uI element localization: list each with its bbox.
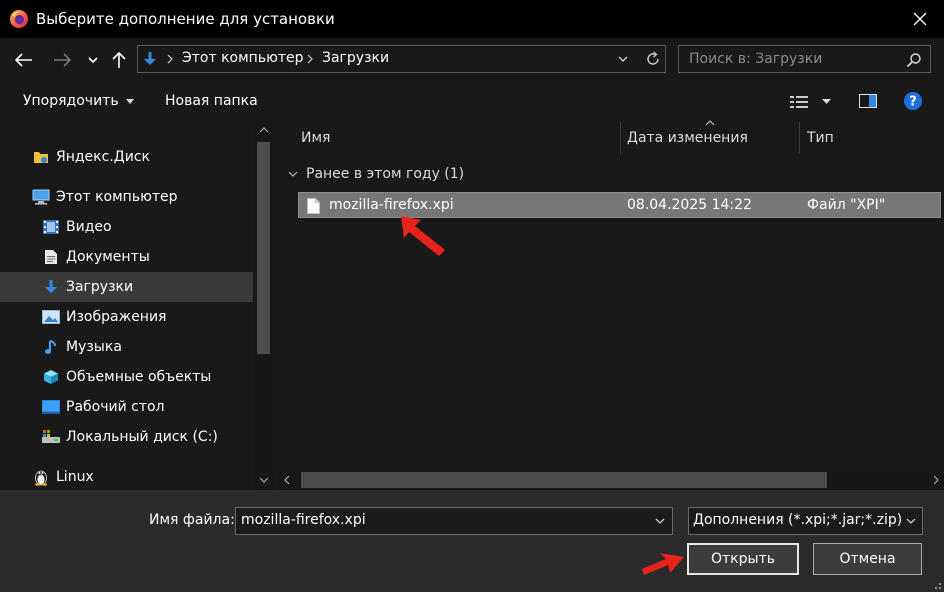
downloads-icon bbox=[42, 278, 60, 296]
scroll-up-icon[interactable] bbox=[258, 126, 269, 134]
sidebar-item-label: Видео bbox=[66, 219, 112, 235]
scroll-left-icon[interactable] bbox=[283, 475, 291, 485]
sidebar-item-yandex-disk[interactable]: Яндекс.Диск bbox=[0, 142, 253, 172]
computer-icon bbox=[32, 188, 50, 206]
file-type: Файл "XPI" bbox=[807, 197, 886, 213]
column-header-type[interactable]: Тип bbox=[807, 122, 834, 154]
column-header-name[interactable]: Имя bbox=[301, 122, 330, 154]
breadcrumb-separator-icon bbox=[305, 53, 315, 65]
sidebar-item-downloads[interactable]: Загрузки bbox=[0, 272, 253, 302]
sidebar-item-label: Локальный диск (C:) bbox=[66, 429, 218, 445]
file-date: 08.04.2025 14:22 bbox=[627, 197, 752, 213]
file-icon bbox=[306, 197, 320, 214]
caret-down-icon bbox=[125, 96, 135, 106]
sidebar-item-3d-objects[interactable]: Объемные объекты bbox=[0, 362, 253, 392]
scroll-down-icon[interactable] bbox=[258, 476, 269, 484]
column-header-date[interactable]: Дата изменения bbox=[627, 122, 748, 154]
open-button[interactable]: Открыть bbox=[687, 543, 799, 575]
sidebar-item-label: Загрузки bbox=[66, 279, 134, 295]
filename-label: Имя файла: bbox=[149, 512, 235, 528]
sidebar-item-local-disk-c[interactable]: Локальный диск (C:) bbox=[0, 422, 253, 452]
chevron-down-icon bbox=[287, 169, 299, 179]
sidebar-item-this-pc[interactable]: Этот компьютер bbox=[0, 182, 253, 212]
desktop-icon bbox=[42, 398, 60, 416]
sidebar-item-pictures[interactable]: Изображения bbox=[0, 302, 253, 332]
back-arrow-icon[interactable] bbox=[12, 49, 36, 71]
music-icon bbox=[42, 338, 60, 356]
view-options-icon[interactable] bbox=[788, 92, 812, 112]
recent-locations-chevron-icon[interactable] bbox=[85, 52, 101, 68]
filename-value: mozilla-firefox.xpi bbox=[241, 512, 366, 528]
scrollbar-thumb[interactable] bbox=[257, 142, 270, 354]
navigation-pane: Яндекс.Диск Этот компьютер Видео Докумен… bbox=[0, 122, 272, 490]
sidebar-item-linux[interactable]: Linux bbox=[0, 462, 253, 492]
sidebar-item-label: Рабочий стол bbox=[66, 399, 165, 415]
view-dropdown-caret-icon[interactable] bbox=[819, 95, 833, 107]
breadcrumb-separator-icon bbox=[165, 53, 175, 65]
pictures-icon bbox=[42, 308, 60, 326]
preview-pane-icon[interactable] bbox=[856, 91, 880, 111]
close-icon[interactable] bbox=[908, 8, 932, 30]
file-row[interactable]: mozilla-firefox.xpi 08.04.2025 14:22 Фай… bbox=[298, 192, 941, 218]
column-divider[interactable] bbox=[620, 122, 621, 154]
sidebar-item-label: Яндекс.Диск bbox=[56, 149, 150, 165]
local-disk-icon bbox=[42, 428, 60, 446]
scrollbar-thumb[interactable] bbox=[301, 472, 827, 488]
window-title: Выберите дополнение для установки bbox=[36, 10, 335, 28]
search-box[interactable]: Поиск в: Загрузки bbox=[678, 45, 931, 73]
up-arrow-icon[interactable] bbox=[109, 48, 129, 72]
downloads-icon bbox=[142, 50, 158, 68]
sidebar-item-label: Этот компьютер bbox=[56, 189, 178, 205]
help-icon[interactable]: ? bbox=[902, 90, 924, 112]
file-type-filter-value: Дополнения (*.xpi;*.jar;*.zip) bbox=[693, 512, 903, 528]
resize-grip[interactable] bbox=[930, 578, 942, 590]
breadcrumb-this-pc[interactable]: Этот компьютер bbox=[182, 50, 304, 66]
file-list: Имя Дата изменения Тип Ранее в этом году… bbox=[279, 120, 944, 490]
firefox-icon bbox=[9, 9, 29, 29]
file-type-filter-select[interactable]: Дополнения (*.xpi;*.jar;*.zip) bbox=[688, 507, 923, 535]
navigation-pane-scrollbar[interactable] bbox=[255, 122, 272, 490]
title-bar: Выберите дополнение для установки bbox=[0, 0, 944, 38]
refresh-icon[interactable] bbox=[643, 49, 663, 69]
linux-icon bbox=[32, 468, 50, 486]
organize-button[interactable]: Упорядочить bbox=[23, 93, 135, 109]
chevron-down-icon[interactable] bbox=[905, 516, 917, 526]
documents-icon bbox=[42, 248, 60, 266]
column-divider[interactable] bbox=[799, 122, 800, 154]
chevron-down-icon[interactable] bbox=[616, 53, 630, 65]
sidebar-item-label: Музыка bbox=[66, 339, 122, 355]
chevron-down-icon[interactable] bbox=[654, 516, 666, 526]
sidebar-item-label: Linux bbox=[56, 469, 94, 485]
cancel-button[interactable]: Отмена bbox=[813, 543, 922, 575]
filename-input[interactable]: mozilla-firefox.xpi bbox=[235, 507, 673, 535]
forward-arrow-icon[interactable] bbox=[50, 49, 74, 71]
organize-label: Упорядочить bbox=[23, 93, 119, 109]
sidebar-item-label: Документы bbox=[66, 249, 150, 265]
scroll-right-icon[interactable] bbox=[932, 475, 940, 485]
video-icon bbox=[42, 218, 60, 236]
file-list-horizontal-scrollbar[interactable] bbox=[279, 470, 944, 490]
sidebar-item-music[interactable]: Музыка bbox=[0, 332, 253, 362]
file-name: mozilla-firefox.xpi bbox=[329, 197, 454, 213]
address-bar[interactable]: Этот компьютер Загрузки bbox=[137, 45, 666, 73]
group-label: Ранее в этом году (1) bbox=[306, 166, 465, 182]
yandex-disk-icon bbox=[32, 148, 50, 166]
3d-objects-icon bbox=[42, 368, 60, 386]
annotation-arrow-icon bbox=[640, 547, 686, 579]
sidebar-item-label: Объемные объекты bbox=[66, 369, 212, 385]
search-placeholder: Поиск в: Загрузки bbox=[689, 51, 823, 67]
bottom-panel: Имя файла: mozilla-firefox.xpi Дополнени… bbox=[0, 490, 944, 592]
sidebar-item-video[interactable]: Видео bbox=[0, 212, 253, 242]
sidebar-item-desktop[interactable]: Рабочий стол bbox=[0, 392, 253, 422]
breadcrumb-downloads[interactable]: Загрузки bbox=[322, 50, 389, 66]
svg-text:?: ? bbox=[909, 95, 917, 110]
sidebar-item-documents[interactable]: Документы bbox=[0, 242, 253, 272]
search-icon[interactable] bbox=[904, 50, 924, 70]
new-folder-button[interactable]: Новая папка bbox=[165, 93, 258, 109]
group-header[interactable]: Ранее в этом году (1) bbox=[287, 166, 464, 182]
sidebar-item-label: Изображения bbox=[66, 309, 167, 325]
annotation-arrow-icon bbox=[399, 214, 449, 258]
